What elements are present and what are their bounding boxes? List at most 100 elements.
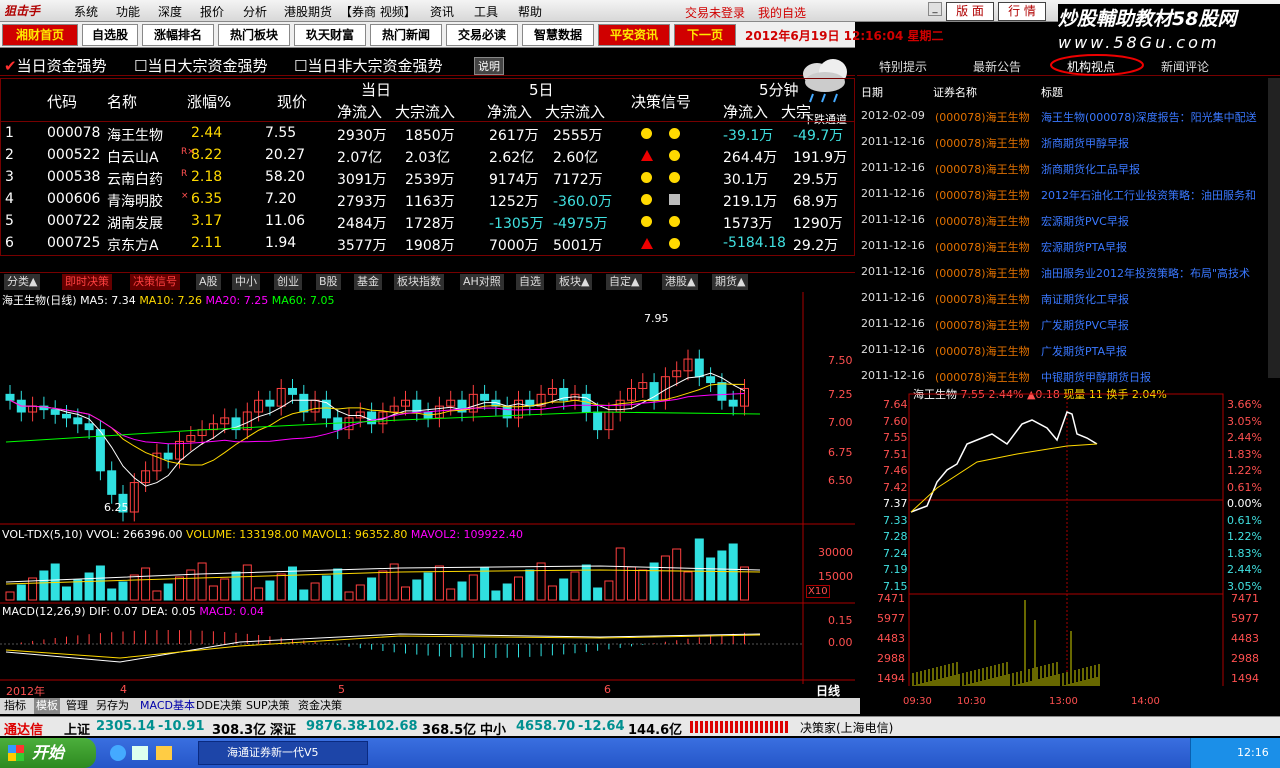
col-signal[interactable]: 决策信号: [631, 91, 691, 112]
news-item[interactable]: 2011-12-16 (000078)海王生物 宏源期货PVC早报: [857, 208, 1267, 234]
hot-news-button[interactable]: 热门新闻: [370, 24, 442, 46]
bb-saveas[interactable]: 另存为: [96, 698, 129, 714]
next-page-button[interactable]: 下一页: [674, 24, 736, 46]
tab-3[interactable]: A股: [196, 274, 221, 290]
menu-help[interactable]: 帮助: [518, 3, 542, 20]
stock-name: 青海明胶: [107, 194, 163, 210]
news-item[interactable]: 2011-12-16 (000078)海王生物 油田服务业2012年投资策略：布局"…: [857, 260, 1267, 286]
col-5m-block[interactable]: 大宗: [781, 101, 811, 122]
tab-1[interactable]: 即时决策: [62, 274, 112, 290]
table-row[interactable]: 3 000538 云南白药 R 2.18 58.20 3091万 2539万 9174万 7172…: [1, 167, 856, 189]
menu-depth[interactable]: 深度: [158, 3, 182, 20]
menu-tools[interactable]: 工具: [474, 3, 498, 20]
news-item[interactable]: 2011-12-16 (000078)海王生物 广发期货PVC早报: [857, 312, 1267, 338]
tab-5[interactable]: 创业: [274, 274, 302, 290]
tab-8[interactable]: 板块指数: [394, 274, 444, 290]
tab-4[interactable]: 中小: [232, 274, 260, 290]
menu-system[interactable]: 系统: [74, 3, 98, 20]
col-5d-block[interactable]: 大宗流入: [545, 101, 605, 122]
jiutian-button[interactable]: 玖天财富: [294, 24, 366, 46]
bb-manage[interactable]: 管理: [66, 698, 88, 714]
menu-quote[interactable]: 报价: [200, 3, 224, 20]
tab-11[interactable]: 板块▲: [556, 274, 593, 290]
flag: R: [181, 169, 188, 179]
bb-indicator[interactable]: 指标: [4, 698, 26, 714]
table-row[interactable]: 2 000522 白云山A R× 8.22 20.27 2.07亿 2.03亿 2.62亿 2.6…: [1, 145, 856, 167]
col-5m-net[interactable]: 净流入: [723, 101, 768, 122]
pingan-news-button[interactable]: 平安资讯: [598, 24, 670, 46]
bb-dde[interactable]: DDE决策: [196, 698, 242, 714]
quote-button[interactable]: 行 情: [998, 2, 1046, 21]
news-item[interactable]: 2011-12-16 (000078)海王生物 宏源期货PTA早报: [857, 234, 1267, 260]
tab-13[interactable]: 港股▲: [662, 274, 699, 290]
bb-template[interactable]: 模板: [34, 698, 60, 714]
news-item[interactable]: 2011-12-16 (000078)海王生物 南证期货化工早报: [857, 286, 1267, 312]
menu-analysis[interactable]: 分析: [243, 3, 267, 20]
mini-pct-tick: 2.44%: [1227, 431, 1262, 444]
tab-10[interactable]: 自选: [516, 274, 544, 290]
tab-12[interactable]: 自定▲: [606, 274, 643, 290]
table-row[interactable]: 5 000722 湖南发展 3.17 11.06 2484万 1728万 -1305万 -497…: [1, 211, 856, 233]
news-item[interactable]: 2011-12-16 (000078)海王生物 浙商期货化工品早报: [857, 156, 1267, 182]
today-net: 2793万: [337, 194, 387, 210]
desktop-icon[interactable]: [132, 746, 148, 760]
price: 58.20: [265, 169, 306, 185]
tab-6[interactable]: B股: [316, 274, 341, 290]
task-haitong[interactable]: 海通证券新一代V5: [198, 741, 368, 765]
signal-dot-icon: [641, 172, 652, 183]
smart-data-button[interactable]: 智慧数据: [522, 24, 594, 46]
bb-fund[interactable]: 资金决策: [298, 698, 342, 714]
tab-comment[interactable]: 新闻评论: [1161, 58, 1209, 75]
tab-special[interactable]: 特别提示: [879, 58, 927, 75]
kline-chart[interactable]: 海王生物(日线) MA5: 7.34 MA10: 7.26 MA20: 7.25…: [0, 292, 855, 698]
hot-sector-button[interactable]: 热门板块: [218, 24, 290, 46]
col-name[interactable]: 名称: [107, 91, 137, 112]
minimize-icon[interactable]: _: [928, 2, 942, 16]
news-date: 2011-12-16: [861, 265, 925, 278]
favorites-button[interactable]: 自选股: [82, 24, 138, 46]
col-price[interactable]: 现价: [277, 91, 307, 112]
zx-amount: 144.6亿: [628, 723, 683, 738]
period-label[interactable]: 日线: [816, 682, 840, 699]
group-5day: 5日: [529, 81, 554, 99]
menu-hk-futures[interactable]: 港股期货: [284, 3, 332, 20]
folder-icon[interactable]: [156, 746, 172, 760]
tab-2[interactable]: 决策信号: [130, 274, 180, 290]
col-code[interactable]: 代码: [47, 91, 77, 112]
table-row[interactable]: 1 000078 海王生物 2.44 7.55 2930万 1850万 2617万 2555万 -…: [1, 123, 856, 145]
menu-news[interactable]: 资讯: [430, 3, 454, 20]
checkbox-block-strong[interactable]: ☐当日大宗资金强势: [134, 55, 267, 76]
ie-icon[interactable]: [110, 745, 126, 761]
tab-announcement[interactable]: 最新公告: [973, 58, 1021, 75]
login-status[interactable]: 交易未登录: [685, 4, 745, 21]
menu-broker-video[interactable]: 【券商 视频】: [340, 3, 416, 20]
col-today-net[interactable]: 净流入: [337, 101, 382, 122]
gain-rank-button[interactable]: 涨幅排名: [142, 24, 214, 46]
layout-button[interactable]: 版 面: [946, 2, 994, 21]
col-pct[interactable]: 涨幅%: [187, 91, 231, 112]
my-favorites-link[interactable]: 我的自选: [758, 4, 806, 21]
y-label-4: 6.75: [828, 446, 853, 459]
news-item[interactable]: 2012-02-09 (000078)海王生物 海王生物(000078)深度报告：阳…: [857, 104, 1267, 130]
intraday-chart[interactable]: 海王生物 7.55 2.44% ▲0.18 现量 11 换手 2.04% 7.6…: [857, 384, 1280, 707]
tab-14[interactable]: 期货▲: [712, 274, 749, 290]
tab-0[interactable]: 分类▲: [4, 274, 41, 290]
menu-function[interactable]: 功能: [116, 3, 140, 20]
news-item[interactable]: 2011-12-16 (000078)海王生物 浙商期货甲醇早报: [857, 130, 1267, 156]
news-item[interactable]: 2011-12-16 (000078)海王生物 2012年石油化工行业投资策略：油田…: [857, 182, 1267, 208]
news-item[interactable]: 2011-12-16 (000078)海王生物 广发期货PTA早报: [857, 338, 1267, 364]
checkbox-nonblock-strong[interactable]: ☐当日非大宗资金强势: [294, 55, 442, 76]
explain-button[interactable]: 说明: [474, 57, 504, 75]
tab-9[interactable]: AH对照: [460, 274, 504, 290]
bb-sup[interactable]: SUP决策: [246, 698, 290, 714]
table-row[interactable]: 4 000606 青海明胶 × 6.35 7.20 2793万 1163万 1252万 -360.…: [1, 189, 856, 211]
trade-guide-button[interactable]: 交易必读: [446, 24, 518, 46]
news-scrollbar[interactable]: [1268, 78, 1280, 378]
checkbox-daily-strong[interactable]: ✔当日资金强势: [4, 55, 107, 76]
home-button[interactable]: 湘财首页: [2, 24, 78, 46]
col-5d-net[interactable]: 净流入: [487, 101, 532, 122]
bb-macd[interactable]: MACD基本: [140, 698, 195, 714]
tab-7[interactable]: 基金: [354, 274, 382, 290]
table-row[interactable]: 6 000725 京东方A 2.11 1.94 3577万 1908万 7000万 5001万 -…: [1, 233, 856, 255]
col-today-block[interactable]: 大宗流入: [395, 101, 455, 122]
